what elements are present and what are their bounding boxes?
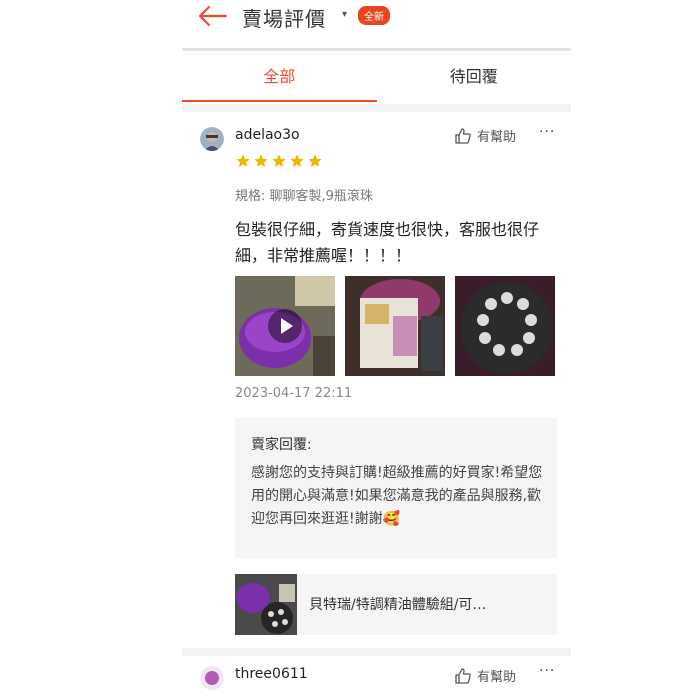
review-username: adelao3o <box>235 127 300 143</box>
review-username: three0611 <box>235 666 308 682</box>
tab-all[interactable]: 全部 <box>182 52 377 102</box>
seller-reply-title: 賣家回覆: <box>251 437 312 453</box>
user-avatar-icon <box>200 127 224 151</box>
thumbs-up-icon <box>455 127 471 144</box>
seller-reply: 賣家回覆: 感謝您的支持與訂購!超級推薦的好買家!希望您用的開心與滿意!如果您滿… <box>235 418 557 558</box>
review-text: 包裝很仔細，寄貨速度也很快，客服也很仔細，非常推薦喔！！！！ <box>235 220 540 265</box>
more-options-icon[interactable]: ··· <box>539 663 555 679</box>
tab-pending-reply[interactable]: 待回覆 <box>377 52 572 102</box>
seller-reply-text: 感謝您的支持與訂購!超級推薦的好買家!希望您用的開心與滿意!如果您滿意我的產品與… <box>251 465 543 527</box>
play-icon[interactable] <box>267 308 303 344</box>
star-icon <box>254 154 268 167</box>
review-page: 賣場評價 ▾ 全新 全部 待回覆 adelao3o 有幫助 ··· 規格: 聊聊… <box>182 0 571 694</box>
star-rating <box>235 153 323 169</box>
review-video-thumbnail[interactable] <box>235 276 335 376</box>
review-photo-image <box>345 276 445 376</box>
product-link[interactable]: 貝特瑞/特調精油體驗組/可… <box>235 574 557 635</box>
avatar[interactable] <box>200 127 224 151</box>
star-icon <box>290 154 304 167</box>
product-thumbnail <box>235 574 297 635</box>
tab-bar: 全部 待回覆 <box>182 52 571 102</box>
caret-down-icon[interactable]: ▾ <box>342 9 347 20</box>
helpful-label: 有幫助 <box>477 130 517 145</box>
avatar[interactable] <box>200 666 224 690</box>
review-photo[interactable] <box>345 276 445 376</box>
star-icon <box>272 154 286 167</box>
thumbs-up-icon <box>455 667 471 684</box>
back-arrow-icon[interactable] <box>196 4 228 28</box>
product-name: 貝特瑞/特調精油體驗組/可… <box>309 597 487 613</box>
header-divider <box>182 48 571 51</box>
review-photo[interactable] <box>455 276 555 376</box>
user-avatar-icon <box>200 666 224 690</box>
top-bar: 賣場評價 ▾ 全新 <box>182 0 571 44</box>
helpful-label: 有幫助 <box>477 670 517 685</box>
product-thumbnail-image <box>235 574 297 635</box>
review-photo-image <box>455 276 555 376</box>
helpful-button[interactable]: 有幫助 <box>454 126 516 145</box>
section-divider <box>182 648 571 656</box>
page-title: 賣場評價 <box>242 7 326 31</box>
review-timestamp: 2023-04-17 22:11 <box>235 386 353 401</box>
new-badge: 全新 <box>358 6 390 25</box>
section-divider <box>182 104 571 112</box>
star-icon <box>308 154 322 167</box>
star-icon <box>236 154 250 167</box>
helpful-button[interactable]: 有幫助 <box>454 666 516 685</box>
more-options-icon[interactable]: ··· <box>539 124 555 140</box>
product-variant: 規格: 聊聊客製,9瓶滾珠 <box>235 189 373 204</box>
